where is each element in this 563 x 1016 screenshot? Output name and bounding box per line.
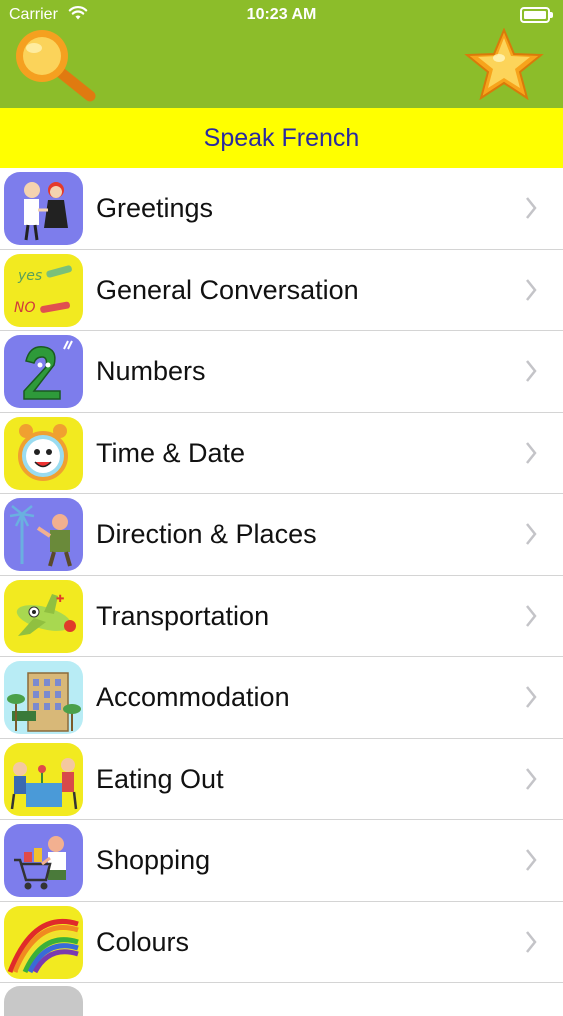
list-item-general-conversation[interactable]: yes NO General Conversation xyxy=(0,249,563,331)
list-item-label: Time & Date xyxy=(96,437,246,468)
list-item-label: Direction & Places xyxy=(96,519,317,549)
category-list: Greetings yes NO General Conversation Nu… xyxy=(0,168,563,1016)
svg-text:✚: ✚ xyxy=(56,594,64,605)
title-bar: Speak French xyxy=(0,108,563,168)
chevron-right-icon xyxy=(526,278,537,301)
top-bar: Carrier 10:23 AM xyxy=(0,0,563,108)
list-item-label: Eating Out xyxy=(96,763,224,794)
list-item-partial[interactable] xyxy=(0,983,563,1016)
partial-category-icon xyxy=(4,986,83,1016)
svg-text:NO: NO xyxy=(14,300,36,316)
chevron-right-icon xyxy=(526,523,537,545)
chevron-right-icon xyxy=(526,360,537,382)
hotel-icon xyxy=(4,661,83,734)
chevron-right-icon xyxy=(526,849,537,871)
list-item-label: General Conversation xyxy=(96,274,359,305)
list-item-label: Shopping xyxy=(96,845,211,875)
alarm-clock-icon xyxy=(4,416,83,490)
greetings-icon xyxy=(4,172,83,245)
clock: 10:23 AM xyxy=(246,6,317,23)
chevron-right-icon xyxy=(526,686,537,708)
list-item-colours[interactable]: Colours xyxy=(0,901,563,983)
dining-icon xyxy=(4,742,83,816)
favorites-button[interactable] xyxy=(461,27,547,101)
search-button[interactable] xyxy=(10,26,98,104)
svg-text:yes: yes xyxy=(17,268,42,284)
page-title: Speak French xyxy=(203,123,360,152)
list-item-eating-out[interactable]: Eating Out xyxy=(0,738,563,820)
number-two-icon xyxy=(4,335,83,408)
list-item-accommodation[interactable]: Accommodation xyxy=(0,657,563,739)
list-item-direction-places[interactable]: Direction & Places xyxy=(0,494,563,576)
chevron-right-icon xyxy=(526,197,537,219)
list-item-label: Transportation xyxy=(96,600,270,631)
airplane-icon: ✚ xyxy=(4,579,83,653)
list-item-label: Numbers xyxy=(96,356,206,386)
signpost-icon xyxy=(4,498,83,571)
list-item-numbers[interactable]: Numbers xyxy=(0,331,563,413)
magnifier-icon xyxy=(16,30,96,102)
battery-icon xyxy=(520,7,553,23)
rainbow-icon xyxy=(4,905,83,979)
chevron-right-icon xyxy=(526,930,537,953)
list-item-greetings[interactable]: Greetings xyxy=(0,168,563,250)
list-item-shopping[interactable]: Shopping xyxy=(0,820,563,902)
yes-no-icon: yes NO xyxy=(4,253,83,327)
star-icon xyxy=(464,27,544,101)
chevron-right-icon xyxy=(526,441,537,464)
list-item-label: Accommodation xyxy=(96,682,290,712)
list-item-label: Greetings xyxy=(96,193,214,223)
shopping-cart-icon xyxy=(4,824,83,897)
chevron-right-icon xyxy=(526,767,537,790)
chevron-right-icon xyxy=(526,604,537,627)
list-item-transportation[interactable]: ✚ Transportation xyxy=(0,575,563,657)
list-item-time-date[interactable]: Time & Date xyxy=(0,412,563,494)
list-item-label: Colours xyxy=(96,926,190,957)
